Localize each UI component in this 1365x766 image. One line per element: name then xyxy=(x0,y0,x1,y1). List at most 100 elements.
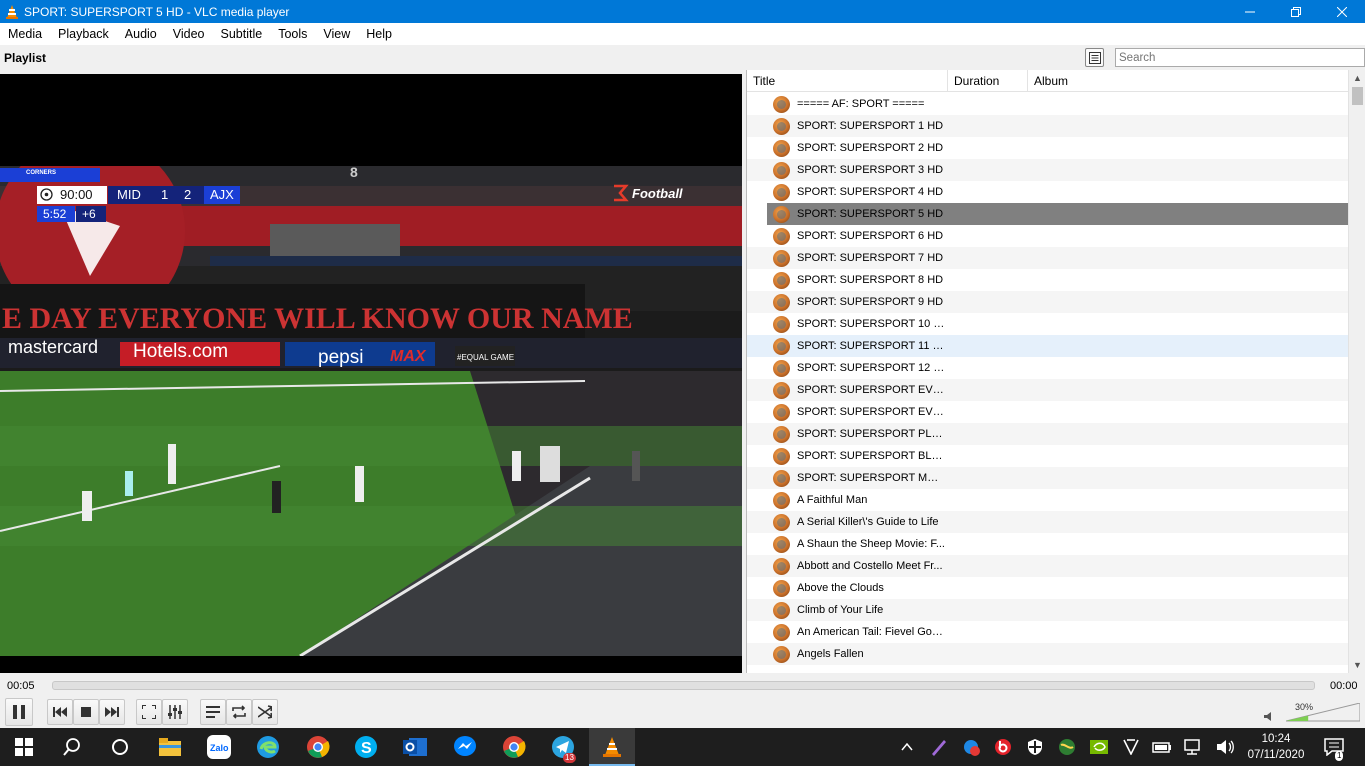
playlist-item[interactable]: An American Tail: Fievel Goe... xyxy=(747,621,1349,643)
close-button[interactable] xyxy=(1319,0,1365,23)
menu-subtitle[interactable]: Subtitle xyxy=(213,27,271,41)
network-stream-icon xyxy=(773,272,790,289)
outlook-app[interactable] xyxy=(403,735,427,759)
playlist-scrollbar[interactable]: ▲ ▼ xyxy=(1348,70,1365,673)
playlist-item[interactable]: Abbott and Costello Meet Fr... xyxy=(747,555,1349,577)
network-stream-icon xyxy=(773,514,790,531)
playlist-item[interactable]: Angels Fallen xyxy=(747,643,1349,665)
playlist-item-title: SPORT: SUPERSPORT 5 HD xyxy=(797,208,944,220)
playlist-item[interactable]: SPORT: SUPERSPORT 1 HD xyxy=(747,115,1349,137)
playlist-item[interactable]: A Shaun the Sheep Movie: F... xyxy=(747,533,1349,555)
supersport-logo-icon xyxy=(614,184,629,202)
vlc-cone-icon xyxy=(603,737,621,757)
tray-overflow-button[interactable] xyxy=(895,735,919,759)
playlist-item[interactable]: ===== AF: SPORT ===== xyxy=(747,93,1349,115)
playlist-item[interactable]: SPORT: SUPERSPORT 12 HD xyxy=(747,357,1349,379)
playlist-item[interactable]: A Faithful Man xyxy=(747,489,1349,511)
playlist-item[interactable]: SPORT: SUPERSPORT PLAY ... xyxy=(747,423,1349,445)
tray-app-red[interactable] xyxy=(959,735,983,759)
stop-button[interactable] xyxy=(73,699,99,725)
menu-playback[interactable]: Playback xyxy=(50,27,117,41)
scroll-thumb[interactable] xyxy=(1352,87,1363,105)
playlist-toggle-button[interactable] xyxy=(200,699,226,725)
next-button[interactable] xyxy=(99,699,125,725)
home-team: MID xyxy=(117,187,141,202)
playlist-item[interactable]: Above the Clouds xyxy=(747,577,1349,599)
column-title[interactable]: Title xyxy=(747,70,948,92)
playlist-item[interactable]: SPORT: SUPERSPORT EVEN... xyxy=(747,379,1349,401)
menu-media[interactable]: Media xyxy=(0,27,50,41)
playlist-item-title: Abbott and Costello Meet Fr... xyxy=(797,560,943,572)
scroll-up-icon[interactable]: ▲ xyxy=(1349,70,1365,86)
total-time[interactable]: 00:00 xyxy=(1330,680,1358,692)
playlist-toolbar: Playlist xyxy=(0,45,1365,71)
speaker-icon[interactable] xyxy=(1264,711,1275,722)
previous-button[interactable] xyxy=(47,699,73,725)
playlist-item[interactable]: SPORT: SUPERSPORT BLITZ ... xyxy=(747,445,1349,467)
loop-button[interactable] xyxy=(226,699,252,725)
minimize-button[interactable] xyxy=(1227,0,1273,23)
skype-app[interactable]: S xyxy=(354,735,378,759)
playlist-view-button[interactable] xyxy=(1085,48,1104,67)
restore-button[interactable] xyxy=(1273,0,1319,23)
vlc-app[interactable] xyxy=(600,735,624,759)
tray-globe[interactable] xyxy=(1055,735,1079,759)
shuffle-button[interactable] xyxy=(252,699,278,725)
playlist-item-title: A Serial Killer\'s Guide to Life xyxy=(797,516,939,528)
scroll-down-icon[interactable]: ▼ xyxy=(1349,657,1365,673)
task-view-button[interactable] xyxy=(108,735,132,759)
playlist-item-title: SPORT: SUPERSPORT 3 HD xyxy=(797,164,944,176)
taskbar-clock[interactable]: 10:24 07/11/2020 xyxy=(1245,731,1307,763)
playlist-search-input[interactable] xyxy=(1115,48,1365,67)
playlist-item[interactable]: A Serial Killer\'s Guide to Life xyxy=(747,511,1349,533)
tray-pen[interactable] xyxy=(927,735,951,759)
playlist-item[interactable]: SPORT: SUPERSPORT 11 HD xyxy=(747,335,1349,357)
search-taskbar-button[interactable] xyxy=(60,735,84,759)
chrome-app-2[interactable] xyxy=(502,735,526,759)
tray-battery[interactable] xyxy=(1150,735,1174,759)
menu-video[interactable]: Video xyxy=(165,27,213,41)
tray-vietkey[interactable] xyxy=(1119,735,1143,759)
tray-nvidia[interactable] xyxy=(1087,735,1111,759)
playlist-item[interactable]: SPORT: SUPERSPORT 5 HD xyxy=(767,203,1349,225)
column-album[interactable]: Album xyxy=(1028,70,1349,92)
menu-tools[interactable]: Tools xyxy=(270,27,315,41)
tray-beats[interactable] xyxy=(991,735,1015,759)
tray-security[interactable] xyxy=(1023,735,1047,759)
playlist-item-title: Above the Clouds xyxy=(797,582,884,594)
playlist-item[interactable]: SPORT: SUPERSPORT EVEN... xyxy=(747,401,1349,423)
edge-app[interactable] xyxy=(256,735,280,759)
playlist-item[interactable]: SPORT: SUPERSPORT 9 HD xyxy=(747,291,1349,313)
channel-badge: Football xyxy=(610,184,683,202)
playlist-item[interactable]: Climb of Your Life xyxy=(747,599,1349,621)
network-stream-icon xyxy=(773,426,790,443)
file-explorer-app[interactable] xyxy=(158,735,182,759)
equalizer-icon xyxy=(168,705,182,719)
playlist-item[interactable]: SPORT: SUPERSPORT 10 HD xyxy=(747,313,1349,335)
extended-settings-button[interactable] xyxy=(162,699,188,725)
playlist-item[interactable]: SPORT: SUPERSPORT 7 HD xyxy=(747,247,1349,269)
messenger-app[interactable] xyxy=(453,735,477,759)
start-button[interactable] xyxy=(12,735,36,759)
playlist-item[interactable]: SPORT: SUPERSPORT MAXI... xyxy=(747,467,1349,489)
network-stream-icon xyxy=(773,206,790,223)
menu-view[interactable]: View xyxy=(315,27,358,41)
playlist-item[interactable]: SPORT: SUPERSPORT 6 HD xyxy=(747,225,1349,247)
pause-button[interactable] xyxy=(5,698,33,726)
column-duration[interactable]: Duration xyxy=(948,70,1028,92)
menu-audio[interactable]: Audio xyxy=(117,27,165,41)
seek-slider[interactable] xyxy=(52,681,1315,690)
menu-help[interactable]: Help xyxy=(358,27,400,41)
chrome-icon xyxy=(503,736,526,758)
playlist-header: Title Duration Album xyxy=(747,70,1365,92)
zalo-app[interactable]: Zalo xyxy=(207,735,231,759)
video-output[interactable]: E DAY EVERYONE WILL KNOW OUR NAME CORNER… xyxy=(0,74,742,673)
playlist-item[interactable]: SPORT: SUPERSPORT 3 HD xyxy=(747,159,1349,181)
playlist-item[interactable]: SPORT: SUPERSPORT 8 HD xyxy=(747,269,1349,291)
tray-volume[interactable] xyxy=(1214,735,1238,759)
chrome-app[interactable] xyxy=(306,735,330,759)
playlist-item[interactable]: SPORT: SUPERSPORT 4 HD xyxy=(747,181,1349,203)
tray-network[interactable] xyxy=(1182,735,1206,759)
fullscreen-button[interactable] xyxy=(136,699,162,725)
playlist-item[interactable]: SPORT: SUPERSPORT 2 HD xyxy=(747,137,1349,159)
